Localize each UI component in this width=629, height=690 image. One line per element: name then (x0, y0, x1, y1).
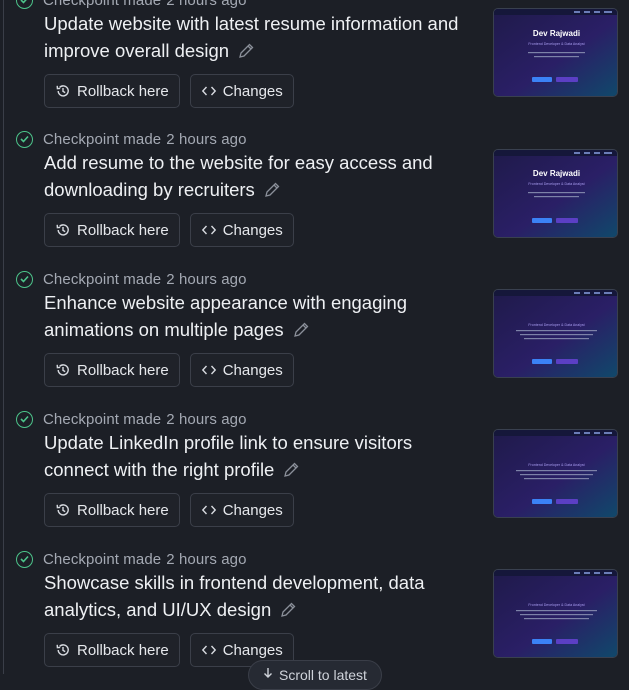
check-circle-icon (16, 410, 33, 428)
checkpoint-status: Checkpoint made 2 hours ago (43, 270, 247, 288)
arrow-down-icon (264, 668, 272, 678)
svg-text:Dev Rajwadi: Dev Rajwadi (533, 169, 580, 178)
changes-button[interactable]: Changes (189, 74, 294, 108)
checkpoint-entry: Checkpoint made 2 hours ago Update Linked… (0, 409, 629, 549)
svg-text:Frontend Developer & Data Anal: Frontend Developer & Data Analyst (528, 603, 584, 607)
checkpoint-title: Update website with latest resume inform… (44, 10, 474, 67)
checkpoint-status: Checkpoint made 2 hours ago (43, 550, 247, 568)
code-icon (201, 225, 216, 235)
code-icon (201, 505, 216, 515)
checkpoint-entry: Checkpoint made 2 hours ago Add resume to… (0, 129, 629, 269)
pencil-icon[interactable] (282, 459, 300, 486)
checkpoint-status: Checkpoint made 2 hours ago (43, 410, 247, 428)
history-icon (56, 504, 69, 516)
check-circle-icon (16, 130, 33, 148)
checkpoint-status: Checkpoint made 2 hours ago (43, 130, 247, 148)
history-icon (56, 364, 69, 376)
checkpoint-title: Update LinkedIn profile link to ensure v… (44, 429, 474, 486)
svg-text:Dev Rajwadi: Dev Rajwadi (533, 29, 580, 38)
checkpoint-header: Checkpoint made 2 hours ago (16, 269, 247, 289)
checkpoint-title: Enhance website appearance with engaging… (44, 289, 474, 346)
rollback-button[interactable]: Rollback here (44, 493, 180, 527)
checkpoint-title: Showcase skills in frontend development,… (44, 569, 474, 626)
checkpoint-header: Checkpoint made 2 hours ago (16, 129, 247, 149)
history-icon (56, 224, 69, 236)
checkpoint-thumbnail[interactable]: Dev Rajwadi Frontend Developer & Data An… (493, 149, 618, 238)
code-icon (201, 86, 216, 96)
code-icon (201, 645, 216, 655)
checkpoint-status: Checkpoint made 2 hours ago (43, 0, 247, 9)
pencil-icon[interactable] (292, 319, 310, 346)
checkpoint-entry: Checkpoint made 2 hours ago Enhance websi… (0, 269, 629, 409)
svg-text:Frontend Developer & Data Anal: Frontend Developer & Data Analyst (528, 182, 584, 186)
check-circle-icon (16, 550, 33, 568)
check-circle-icon (16, 270, 33, 288)
code-icon (201, 365, 216, 375)
changes-button[interactable]: Changes (189, 493, 294, 527)
rollback-button[interactable]: Rollback here (44, 213, 180, 247)
checkpoint-header: Checkpoint made 2 hours ago (16, 549, 247, 569)
svg-text:Frontend Developer & Data Anal: Frontend Developer & Data Analyst (528, 463, 584, 467)
svg-text:Frontend Developer & Data Anal: Frontend Developer & Data Analyst (528, 323, 584, 327)
history-icon (56, 85, 69, 97)
checkpoint-title: Add resume to the website for easy acces… (44, 149, 474, 206)
checkpoint-thumbnail[interactable]: Frontend Developer & Data Analyst (493, 289, 618, 378)
checkpoint-header: Checkpoint made 2 hours ago (16, 0, 247, 10)
changes-button[interactable]: Changes (189, 213, 294, 247)
pencil-icon[interactable] (263, 179, 281, 206)
rollback-button[interactable]: Rollback here (44, 74, 180, 108)
svg-text:Frontend Developer & Data Anal: Frontend Developer & Data Analyst (528, 42, 584, 46)
checkpoint-thumbnail[interactable]: Dev Rajwadi Frontend Developer & Data An… (493, 8, 618, 97)
checkpoint-entry: Checkpoint made 2 hours ago Update websit… (0, 0, 629, 130)
checkpoint-thumbnail[interactable]: Frontend Developer & Data Analyst (493, 429, 618, 518)
checkpoint-thumbnail[interactable]: Frontend Developer & Data Analyst (493, 569, 618, 658)
history-icon (56, 644, 69, 656)
rollback-button[interactable]: Rollback here (44, 353, 180, 387)
changes-button[interactable]: Changes (189, 353, 294, 387)
check-circle-icon (16, 0, 33, 9)
checkpoint-header: Checkpoint made 2 hours ago (16, 409, 247, 429)
scroll-to-latest-button[interactable]: Scroll to latest (248, 660, 382, 690)
pencil-icon[interactable] (279, 599, 297, 626)
pencil-icon[interactable] (237, 40, 255, 67)
rollback-button[interactable]: Rollback here (44, 633, 180, 667)
